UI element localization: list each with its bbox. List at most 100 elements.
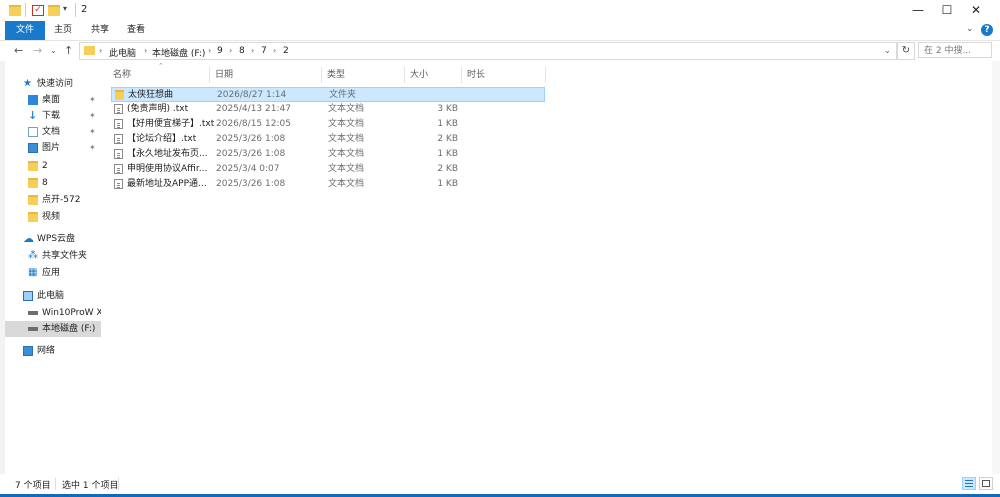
nav-item-wps-cloud[interactable]: ☁ WPS云盘	[5, 231, 101, 247]
text-file-icon	[114, 149, 123, 159]
tab-view[interactable]: 查看	[120, 21, 152, 40]
file-date: 2025/3/26 1:08	[216, 134, 286, 144]
search-input[interactable]: 在 2 中搜...	[918, 42, 992, 58]
pin-icon[interactable]: ✦	[89, 92, 96, 108]
address-bar[interactable]: › 此电脑 › 本地磁盘 (F:) › 9 › 8 › 7 › 2 ⌄	[79, 42, 897, 60]
breadcrumb-7[interactable]: 7	[261, 46, 267, 56]
expand-ribbon-icon[interactable]: ⌄	[966, 24, 974, 34]
file-name: 太侠狂想曲	[128, 90, 174, 100]
column-divider[interactable]	[321, 67, 322, 83]
folder-icon	[9, 5, 21, 16]
list-item[interactable]: 【好用便宜梯子】.txt 2026/8/15 12:05 文本文档 1 KB	[111, 117, 545, 132]
details-view-icon	[965, 480, 973, 481]
file-date: 2026/8/27 1:14	[217, 90, 287, 100]
details-view-button[interactable]	[962, 477, 976, 490]
recent-locations-icon[interactable]: ⌄	[50, 46, 57, 55]
list-item[interactable]: (免责声明) .txt 2025/4/13 21:47 文本文档 3 KB	[111, 102, 545, 117]
back-button[interactable]: ←	[14, 44, 23, 57]
nav-item-folder-2[interactable]: 2	[5, 158, 101, 174]
maximize-button[interactable]: ☐	[931, 0, 963, 21]
close-button[interactable]: ✕	[960, 0, 992, 21]
breadcrumb-this-pc[interactable]: 此电脑	[109, 46, 136, 59]
list-item[interactable]: 【论坛介绍】.txt 2025/3/26 1:08 文本文档 2 KB	[111, 132, 545, 147]
file-size: 2 KB	[437, 134, 458, 144]
column-header-type[interactable]: 类型	[327, 67, 345, 83]
column-divider[interactable]	[404, 67, 405, 83]
column-header-name[interactable]: 名称	[113, 67, 131, 83]
status-divider	[55, 478, 56, 490]
nav-item-documents[interactable]: 文档 ✦	[5, 124, 101, 140]
breadcrumb-8[interactable]: 8	[239, 46, 245, 56]
folder-icon	[28, 178, 38, 188]
column-header-duration[interactable]: 时长	[467, 67, 485, 83]
right-edge-strip	[992, 40, 1000, 474]
file-date: 2025/3/4 0:07	[216, 164, 280, 174]
properties-icon[interactable]: ✓	[32, 5, 44, 16]
column-header-date[interactable]: 日期	[215, 67, 233, 83]
nav-item-label: 文档	[42, 127, 61, 137]
file-size: 3 KB	[437, 104, 458, 114]
nav-item-win10-drive[interactable]: Win10ProW X	[5, 305, 101, 321]
nav-item-videos[interactable]: 视频	[5, 209, 101, 225]
file-name: (免责声明) .txt	[127, 104, 189, 114]
nav-item-label: 桌面	[42, 95, 61, 105]
nav-item-downloads[interactable]: ↓ 下载 ✦	[5, 108, 101, 124]
nav-item-apps[interactable]: ▦ 应用	[5, 265, 101, 281]
nav-item-desktop[interactable]: 桌面 ✦	[5, 92, 101, 108]
forward-button[interactable]: →	[33, 44, 42, 57]
folder-icon	[115, 90, 124, 100]
breadcrumb-9[interactable]: 9	[217, 46, 223, 56]
breadcrumb-separator: ›	[99, 46, 103, 55]
list-item[interactable]: 最新地址及APP通... 2025/3/26 1:08 文本文档 1 KB	[111, 177, 545, 192]
nav-item-pictures[interactable]: 图片 ✦	[5, 140, 101, 156]
column-divider[interactable]	[209, 67, 210, 83]
toolbar-divider	[75, 3, 76, 17]
list-item[interactable]: 申明使用协议Affir... 2025/3/4 0:07 文本文档 2 KB	[111, 162, 545, 177]
breadcrumb-drive-f[interactable]: 本地磁盘 (F:)	[152, 46, 205, 59]
help-icon[interactable]: ?	[981, 24, 993, 36]
cloud-icon: ☁	[23, 232, 34, 245]
file-type: 文本文档	[328, 119, 365, 129]
drive-icon	[28, 311, 38, 315]
column-header-size[interactable]: 大小	[410, 67, 428, 83]
nav-item-folder-8[interactable]: 8	[5, 175, 101, 191]
file-size: 1 KB	[437, 119, 458, 129]
breadcrumb-separator: ›	[208, 46, 212, 55]
quick-access-dropdown-icon[interactable]: ▾	[63, 4, 67, 13]
breadcrumb-separator: ›	[229, 46, 233, 55]
file-name: 最新地址及APP通...	[127, 179, 207, 189]
new-folder-icon[interactable]	[48, 5, 60, 16]
breadcrumb-separator: ›	[273, 46, 277, 55]
nav-item-shared-folder[interactable]: ⁂ 共享文件夹	[5, 248, 101, 264]
pin-icon[interactable]: ✦	[89, 140, 96, 156]
nav-item-local-disk-f[interactable]: 本地磁盘 (F:)	[5, 321, 101, 337]
minimize-button[interactable]: —	[902, 0, 934, 21]
address-history-dropdown-icon[interactable]: ⌄	[884, 46, 891, 55]
drive-icon	[28, 327, 38, 331]
nav-item-network[interactable]: 网络	[5, 343, 101, 359]
list-item[interactable]: 【永久地址发布页... 2025/3/26 1:08 文本文档 1 KB	[111, 147, 545, 162]
pin-icon[interactable]: ✦	[89, 108, 96, 124]
nav-item-quick-access[interactable]: ★ 快速访问	[5, 76, 101, 92]
text-file-icon	[114, 119, 123, 129]
breadcrumb-2[interactable]: 2	[283, 46, 289, 56]
tab-home[interactable]: 主页	[47, 21, 79, 40]
up-button[interactable]: ↑	[64, 44, 73, 57]
list-item[interactable]: 太侠狂想曲 2026/8/27 1:14 文件夹	[111, 87, 545, 102]
nav-item-label: 快速访问	[37, 79, 74, 89]
tab-share[interactable]: 共享	[84, 21, 116, 40]
file-type: 文件夹	[329, 90, 357, 100]
column-divider[interactable]	[545, 67, 546, 83]
nav-item-label: 8	[42, 178, 48, 188]
star-icon: ★	[23, 78, 32, 89]
nav-item-this-pc[interactable]: 此电脑	[5, 288, 101, 304]
tab-file[interactable]: 文件	[5, 21, 45, 40]
file-size: 1 KB	[437, 179, 458, 189]
text-file-icon	[114, 179, 123, 189]
nav-item-folder-572[interactable]: 点开-572	[5, 192, 101, 208]
large-icons-view-button[interactable]	[979, 477, 993, 490]
pin-icon[interactable]: ✦	[89, 124, 96, 140]
network-icon	[23, 346, 33, 356]
refresh-button[interactable]: ↻	[897, 42, 915, 60]
column-divider[interactable]	[461, 67, 462, 83]
